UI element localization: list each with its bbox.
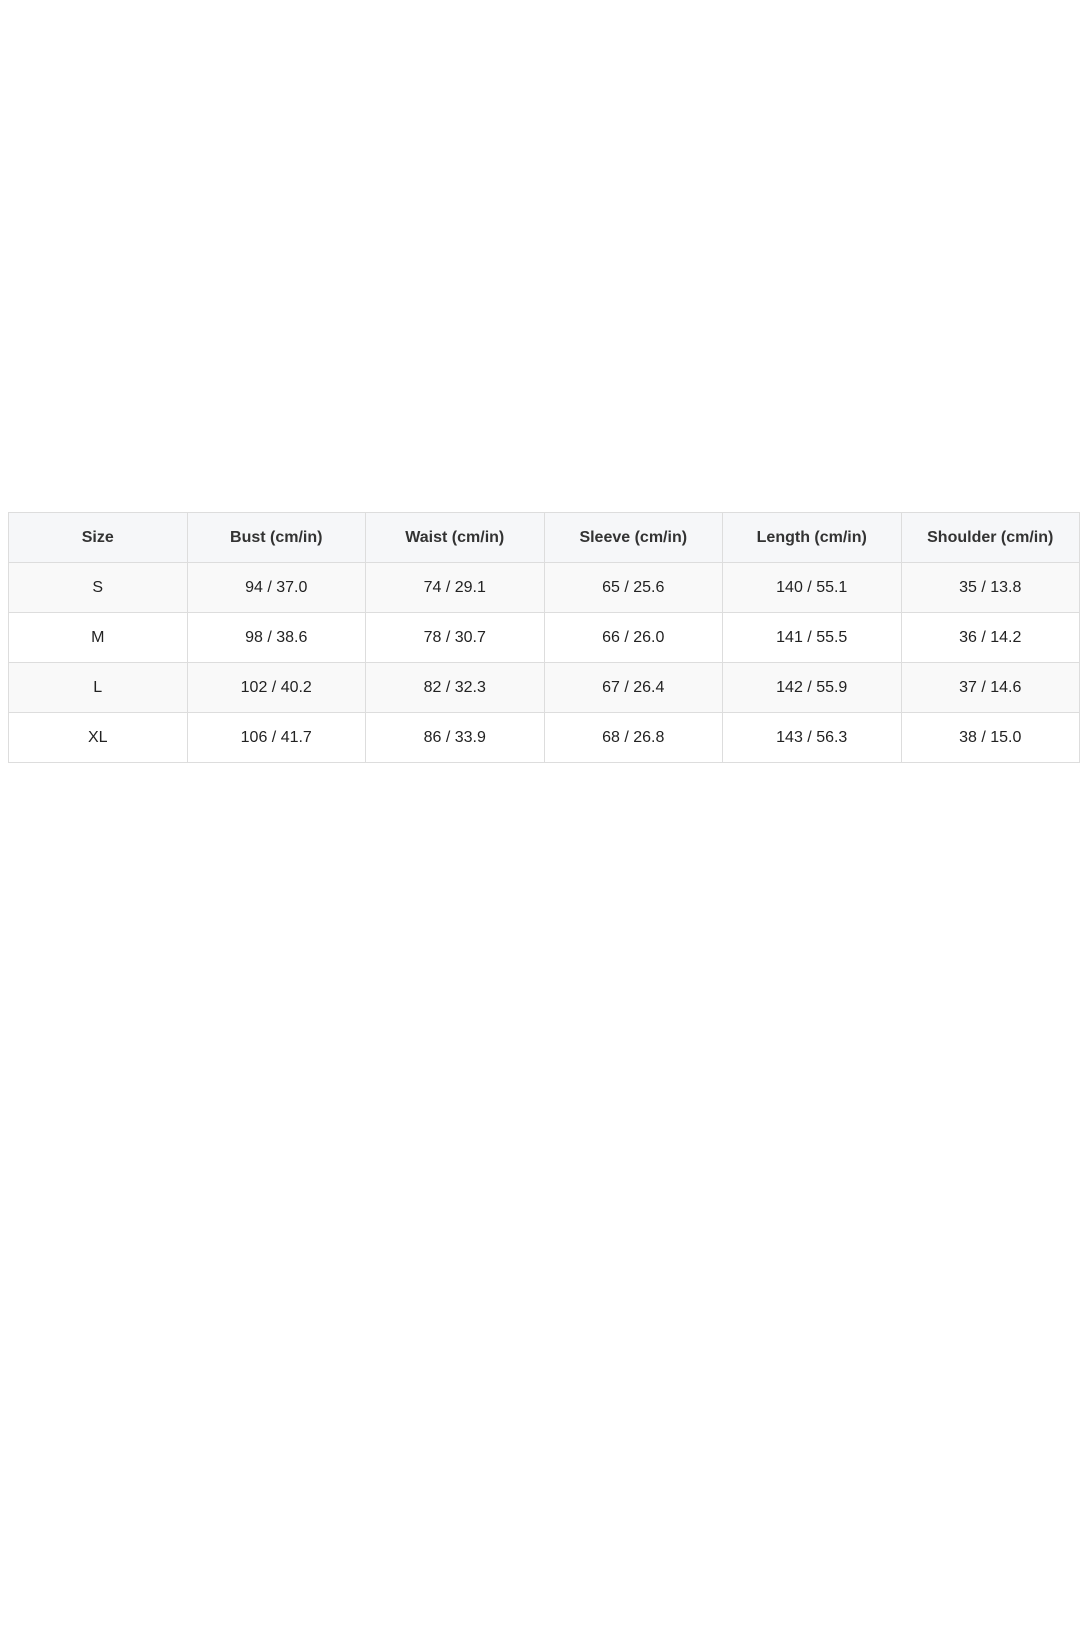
cell-waist: 74 / 29.1 bbox=[365, 562, 545, 613]
header-shoulder: Shoulder (cm/in) bbox=[900, 512, 1080, 563]
size-chart-table: Size Bust (cm/in) Waist (cm/in) Sleeve (… bbox=[8, 512, 1080, 763]
cell-size: XL bbox=[8, 712, 188, 763]
cell-waist: 82 / 32.3 bbox=[365, 662, 545, 713]
table-body: S 94 / 37.0 74 / 29.1 65 / 25.6 140 / 55… bbox=[8, 562, 1080, 763]
table-row: S 94 / 37.0 74 / 29.1 65 / 25.6 140 / 55… bbox=[8, 562, 1080, 613]
table-row: L 102 / 40.2 82 / 32.3 67 / 26.4 142 / 5… bbox=[8, 662, 1080, 713]
cell-bust: 94 / 37.0 bbox=[186, 562, 366, 613]
cell-size: S bbox=[8, 562, 188, 613]
cell-length: 142 / 55.9 bbox=[722, 662, 902, 713]
table-row: XL 106 / 41.7 86 / 33.9 68 / 26.8 143 / … bbox=[8, 712, 1080, 763]
table-row: M 98 / 38.6 78 / 30.7 66 / 26.0 141 / 55… bbox=[8, 612, 1080, 663]
cell-length: 141 / 55.5 bbox=[722, 612, 902, 663]
cell-waist: 86 / 33.9 bbox=[365, 712, 545, 763]
header-waist: Waist (cm/in) bbox=[365, 512, 545, 563]
table-header: Size Bust (cm/in) Waist (cm/in) Sleeve (… bbox=[8, 512, 1080, 563]
cell-shoulder: 37 / 14.6 bbox=[900, 662, 1080, 713]
cell-sleeve: 65 / 25.6 bbox=[543, 562, 723, 613]
cell-sleeve: 68 / 26.8 bbox=[543, 712, 723, 763]
cell-shoulder: 38 / 15.0 bbox=[900, 712, 1080, 763]
cell-length: 140 / 55.1 bbox=[722, 562, 902, 613]
cell-bust: 102 / 40.2 bbox=[186, 662, 366, 713]
cell-shoulder: 36 / 14.2 bbox=[900, 612, 1080, 663]
header-size: Size bbox=[8, 512, 188, 563]
cell-sleeve: 66 / 26.0 bbox=[543, 612, 723, 663]
cell-shoulder: 35 / 13.8 bbox=[900, 562, 1080, 613]
cell-bust: 98 / 38.6 bbox=[186, 612, 366, 663]
header-bust: Bust (cm/in) bbox=[186, 512, 366, 563]
header-sleeve: Sleeve (cm/in) bbox=[543, 512, 723, 563]
cell-length: 143 / 56.3 bbox=[722, 712, 902, 763]
cell-size: M bbox=[8, 612, 188, 663]
cell-sleeve: 67 / 26.4 bbox=[543, 662, 723, 713]
cell-bust: 106 / 41.7 bbox=[186, 712, 366, 763]
cell-size: L bbox=[8, 662, 188, 713]
header-length: Length (cm/in) bbox=[722, 512, 902, 563]
cell-waist: 78 / 30.7 bbox=[365, 612, 545, 663]
header-row: Size Bust (cm/in) Waist (cm/in) Sleeve (… bbox=[8, 512, 1080, 563]
